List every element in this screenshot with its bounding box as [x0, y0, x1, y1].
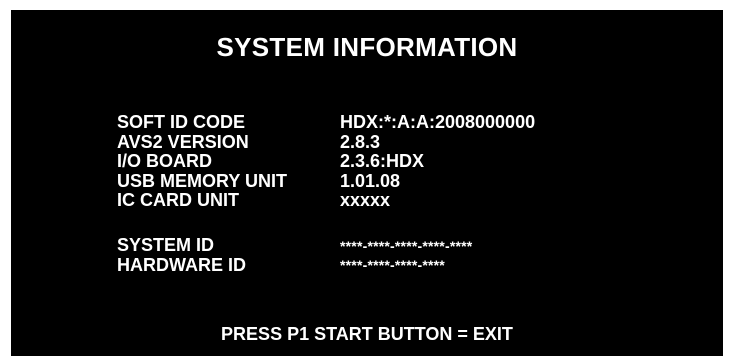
info-value: 2.3.6:HDX — [340, 151, 425, 172]
info-table: SOFT ID CODE HDX:*:A:A:2008000000 AVS2 V… — [117, 112, 536, 211]
id-row-hardware-id: HARDWARE ID ****-****-****-**** — [117, 254, 472, 276]
id-value: ****-****-****-****-**** — [340, 237, 473, 254]
info-row-ic-card-unit: IC CARD UNIT xxxxx — [117, 190, 535, 211]
page-title: SYSTEM INFORMATION — [216, 32, 518, 62]
info-label: SOFT ID CODE — [117, 112, 246, 133]
id-row-system-id: SYSTEM ID ****-****-****-****-**** — [117, 235, 473, 256]
exit-instruction: PRESS P1 START BUTTON = EXIT — [221, 324, 513, 344]
info-row-usb-memory-unit: USB MEMORY UNIT 1.01.08 — [117, 170, 535, 192]
info-value: HDX:*:A:A:2008000000 — [340, 112, 536, 133]
id-table: SYSTEM ID ****-****-****-****-**** HARDW… — [117, 235, 473, 276]
id-label: SYSTEM ID — [117, 235, 215, 256]
info-row-avs2-version: AVS2 VERSION 2.8.3 — [117, 131, 535, 153]
info-label: I/O BOARD — [117, 151, 213, 172]
id-value: ****-****-****-**** — [340, 257, 445, 274]
info-label: AVS2 VERSION — [117, 131, 249, 152]
info-label: IC CARD UNIT — [117, 190, 239, 211]
info-value: 2.8.3 — [340, 131, 381, 152]
info-row-soft-id-code: SOFT ID CODE HDX:*:A:A:2008000000 — [117, 112, 536, 133]
info-value: 1.01.08 — [340, 170, 401, 191]
info-row-io-board: I/O BOARD 2.3.6:HDX — [117, 151, 535, 172]
system-information-screen: SYSTEM INFORMATION SOFT ID CODE HDX:*:A:… — [11, 10, 723, 356]
info-value: xxxxx — [340, 190, 391, 211]
id-label: HARDWARE ID — [117, 254, 246, 275]
info-label: USB MEMORY UNIT — [117, 170, 288, 191]
